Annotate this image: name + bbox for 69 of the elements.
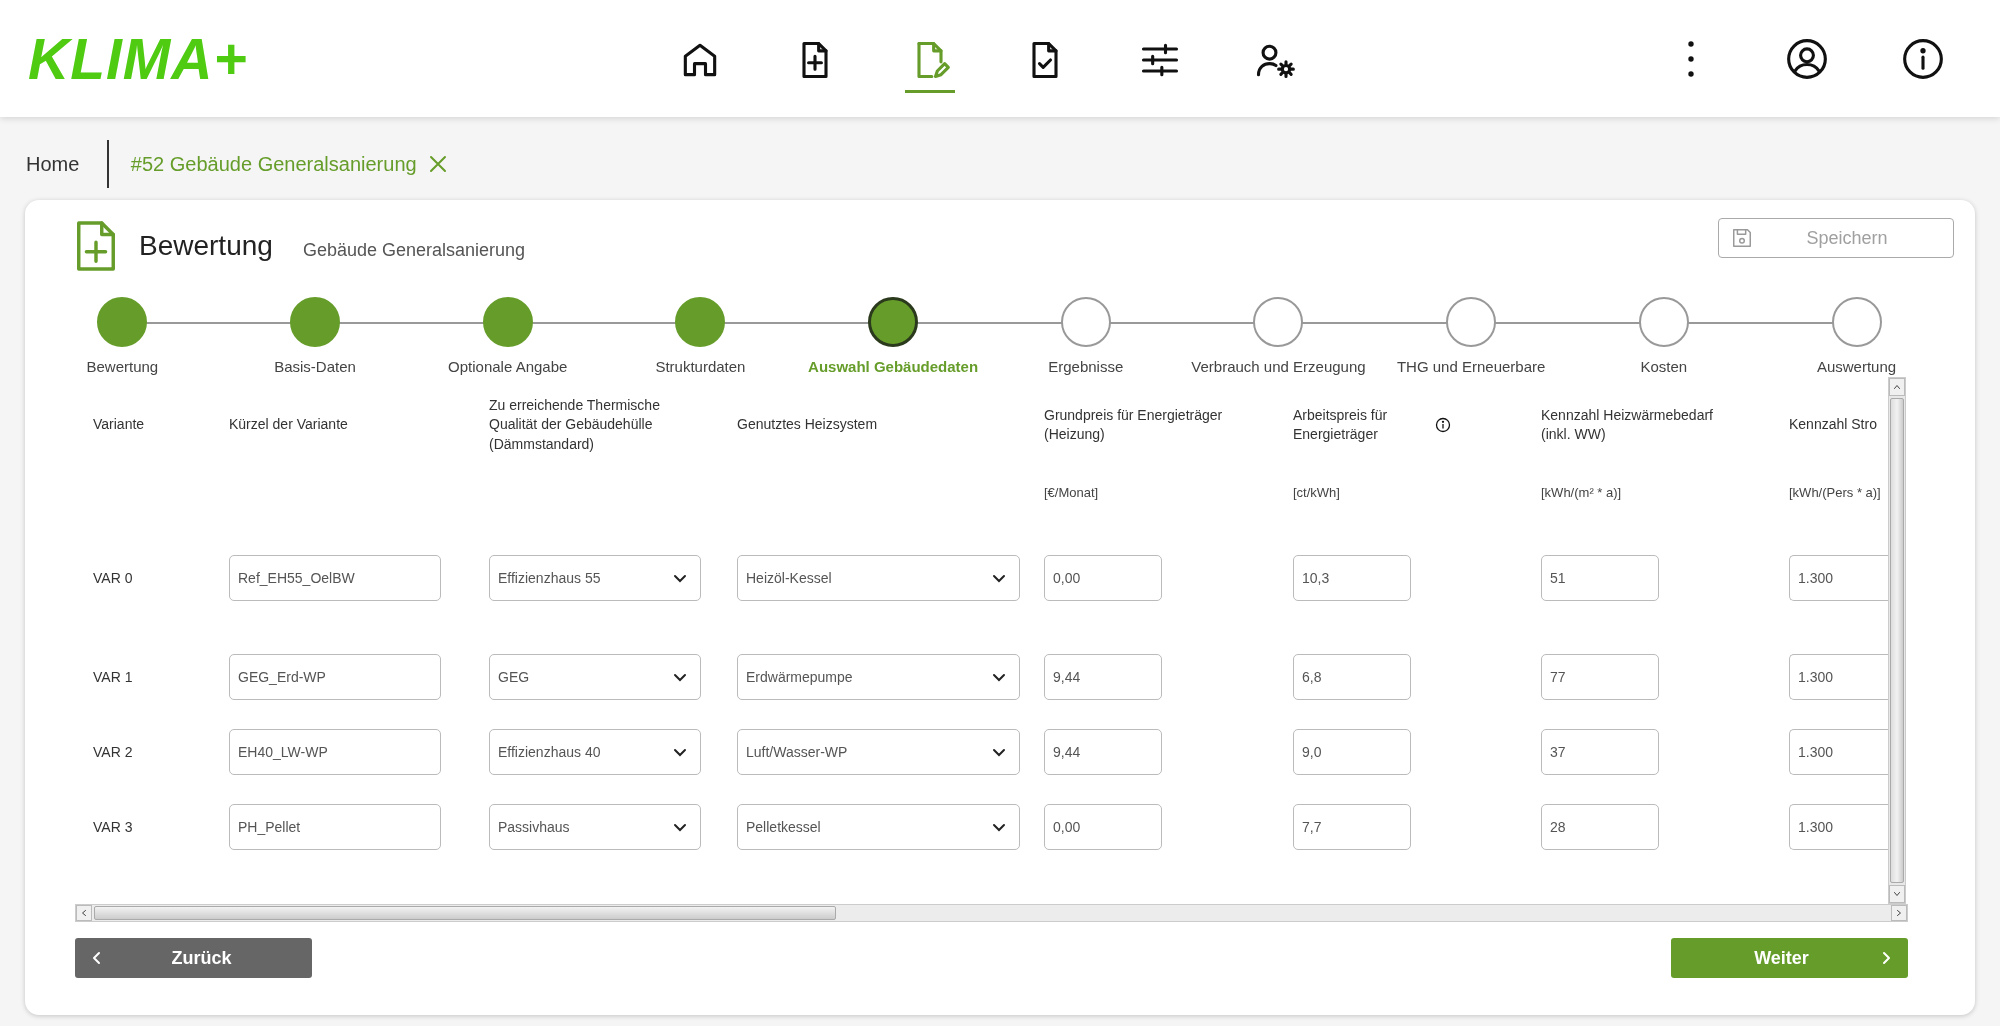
kebab-icon — [1688, 40, 1694, 77]
input-field[interactable]: 1.300 — [1789, 555, 1888, 601]
step-circle[interactable] — [868, 297, 919, 347]
column-header: Kennzahl Stro — [1789, 415, 1877, 435]
user-icon — [1785, 36, 1829, 81]
column-header: Arbeitspreis für Energieträger — [1293, 405, 1389, 444]
step-label[interactable]: Verbrauch und Erzeugung — [1191, 358, 1366, 375]
breadcrumb-tab[interactable]: Home — [26, 152, 80, 176]
input-field[interactable]: 37 — [1541, 729, 1659, 775]
step-label[interactable]: Strukturdaten — [655, 358, 746, 375]
variant-label: VAR 0 — [93, 570, 133, 586]
input-field[interactable]: 9,44 — [1044, 729, 1162, 775]
input-field[interactable]: 0,00 — [1044, 555, 1162, 601]
step-label[interactable]: Basis-Daten — [274, 358, 356, 375]
column-header: Zu erreichende Thermische Qualität der Gebäudehülle (Dämmstandard) — [489, 395, 661, 454]
input-field[interactable]: 0,00 — [1044, 804, 1162, 850]
logo: KLIMA+ — [27, 25, 249, 92]
input-field[interactable]: EH40_LW-WP — [229, 729, 441, 775]
column-header: Kennzahl Heizwärmebedarf (inkl. WW) — [1541, 405, 1714, 444]
step-label[interactable]: THG und Erneuerbare — [1396, 358, 1546, 375]
dropdown[interactable]: Passivhaus — [489, 804, 701, 850]
dropdown[interactable]: Luft/Wasser-WP — [737, 729, 1020, 775]
unit-label: [ct/kWh] — [1293, 485, 1341, 500]
input-field[interactable]: 77 — [1541, 654, 1659, 700]
dropdown[interactable]: Effizienzhaus 55 — [489, 555, 701, 601]
column-header: Kürzel der Variante — [229, 415, 348, 435]
step-label[interactable]: Kosten — [1640, 358, 1688, 375]
input-field[interactable]: 9,44 — [1044, 654, 1162, 700]
step-label[interactable]: Ergebnisse — [1048, 358, 1124, 375]
input-field[interactable]: 9,0 — [1293, 729, 1411, 775]
scroll-up-icon — [1893, 383, 1901, 391]
variant-label: VAR 1 — [93, 669, 133, 685]
input-field[interactable]: 1.300 — [1789, 654, 1888, 700]
page-subtitle: Gebäude Generalsanierung — [302, 239, 526, 261]
input-field[interactable]: 28 — [1541, 804, 1659, 850]
unit-label: [€/Monat] — [1044, 485, 1100, 500]
input-field[interactable]: Ref_EH55_OelBW — [229, 555, 441, 601]
variant-label: VAR 3 — [93, 819, 133, 835]
dropdown[interactable]: Heizöl-Kessel — [737, 555, 1020, 601]
scroll-right-icon — [1895, 909, 1903, 917]
input-field[interactable]: PH_Pellet — [229, 804, 441, 850]
column-header: Variante — [93, 415, 145, 435]
dropdown[interactable]: Pelletkessel — [737, 804, 1020, 850]
step-label[interactable]: Auswertung — [1816, 358, 1897, 375]
step-label[interactable]: Bewertung — [86, 358, 159, 375]
dropdown[interactable]: GEG — [489, 654, 701, 700]
unit-label: [kWh/(m² * a)] — [1541, 485, 1623, 500]
input-field[interactable]: 51 — [1541, 555, 1659, 601]
step-label[interactable]: Optionale Angabe — [448, 358, 568, 375]
info-icon[interactable] — [1435, 417, 1451, 433]
unit-label: [kWh/(Pers * a)] — [1789, 485, 1882, 500]
scroll-left-icon — [80, 909, 88, 917]
input-field[interactable]: GEG_Erd-WP — [229, 654, 441, 700]
input-field[interactable]: 1.300 — [1789, 804, 1888, 850]
info-icon — [1901, 36, 1945, 81]
input-field[interactable]: 1.300 — [1789, 729, 1888, 775]
back-button[interactable]: Zurück — [75, 938, 312, 978]
input-field[interactable]: 6,8 — [1293, 654, 1411, 700]
page-title: Bewertung — [139, 230, 273, 262]
input-field[interactable]: 10,3 — [1293, 555, 1411, 601]
vertical-scrollbar[interactable] — [1888, 377, 1906, 904]
scroll-down-icon — [1893, 890, 1901, 898]
column-header: Grundpreis für Energieträger (Heizung) — [1044, 405, 1224, 444]
variant-label: VAR 2 — [93, 744, 133, 760]
horizontal-scrollbar[interactable] — [75, 904, 1908, 922]
dropdown[interactable]: Effizienzhaus 40 — [489, 729, 701, 775]
input-field[interactable]: 7,7 — [1293, 804, 1411, 850]
column-header: Genutztes Heizsystem — [737, 415, 878, 435]
dropdown[interactable]: Erdwärmepumpe — [737, 654, 1020, 700]
